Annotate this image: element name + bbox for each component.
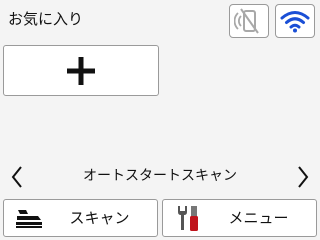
chevron-right-icon xyxy=(298,166,309,188)
scan-button[interactable]: スキャン xyxy=(3,199,158,237)
wifi-status-button[interactable] xyxy=(275,4,315,38)
plus-icon xyxy=(67,56,95,85)
add-favorite-button[interactable] xyxy=(3,45,159,96)
scan-button-label: スキャン xyxy=(69,209,130,227)
tools-icon xyxy=(171,203,205,233)
menu-button-label: メニュー xyxy=(228,209,289,227)
next-shortcut-button[interactable] xyxy=(291,164,315,190)
shortcut-label: オートスタートスキャン xyxy=(83,168,237,184)
nfc-status-button[interactable] xyxy=(229,4,269,38)
wifi-icon xyxy=(280,11,310,33)
home-screen: お気に入り オートスタートスキャン スキャン メニュー xyxy=(0,0,320,240)
previous-shortcut-button[interactable] xyxy=(5,164,29,190)
favorites-title: お気に入り xyxy=(8,10,84,28)
chevron-left-icon xyxy=(11,166,22,188)
nfc-icon xyxy=(234,8,259,34)
scanner-icon xyxy=(12,203,46,233)
menu-button[interactable]: メニュー xyxy=(162,199,317,237)
shortcut-navigation: オートスタートスキャン xyxy=(0,160,320,192)
